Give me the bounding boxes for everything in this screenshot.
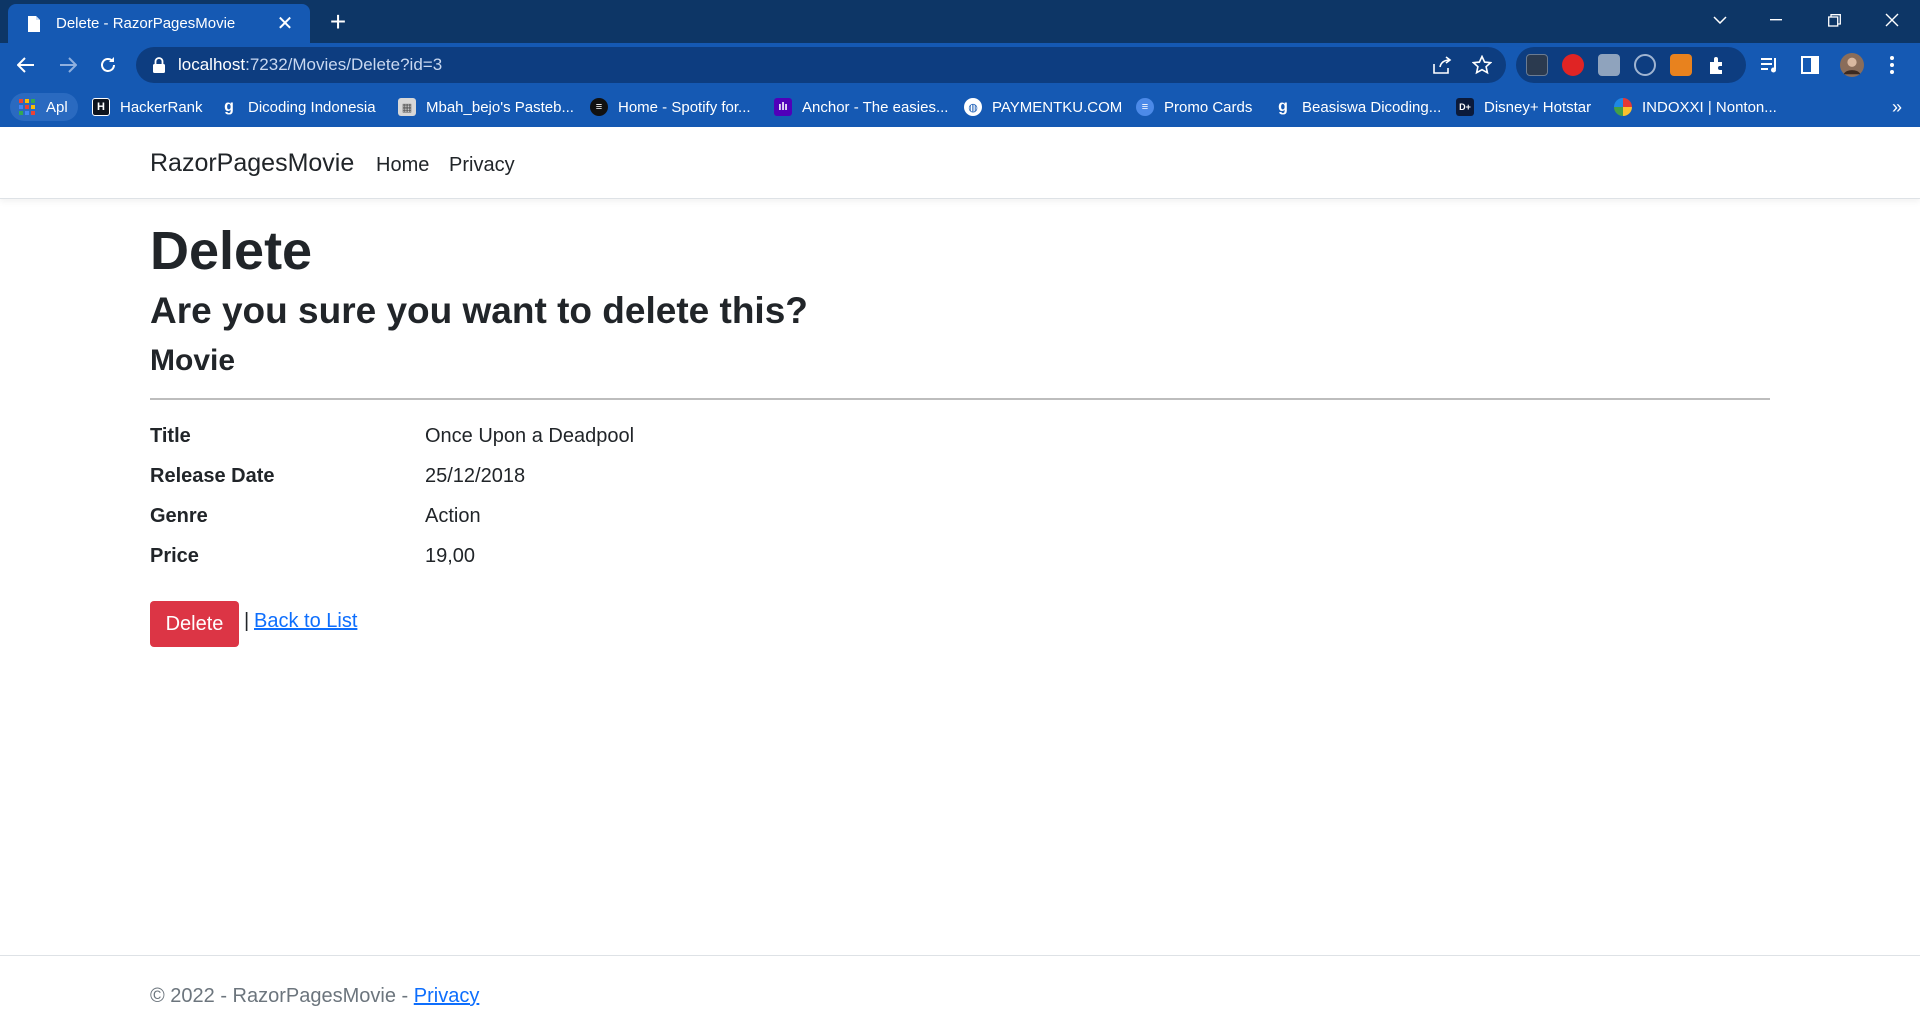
url-text[interactable]: localhost:7232/Movies/Delete?id=3 bbox=[178, 47, 442, 83]
bookmark-promo-cards[interactable]: ≡ Promo Cards bbox=[1136, 93, 1252, 121]
more-bookmarks-icon[interactable]: » bbox=[1892, 93, 1902, 121]
detail-value: Action bbox=[425, 505, 481, 527]
entity-heading: Movie bbox=[150, 344, 236, 377]
detail-row-title: Title Once Upon a Deadpool bbox=[150, 425, 1350, 457]
extension-copy-icon[interactable] bbox=[1598, 54, 1620, 76]
copyright-text: © 2022 - RazorPagesMovie - bbox=[150, 985, 414, 1007]
detail-row-release-date: Release Date 25/12/2018 bbox=[150, 465, 1350, 497]
detail-value: 19,00 bbox=[425, 545, 476, 567]
extension-1-icon[interactable] bbox=[1526, 54, 1548, 76]
profile-avatar-icon[interactable] bbox=[1840, 53, 1864, 77]
bookmark-hotstar[interactable]: D+ Disney+ Hotstar bbox=[1456, 93, 1591, 121]
address-bar[interactable]: localhost:7232/Movies/Delete?id=3 bbox=[136, 47, 1506, 83]
bookmarks-bar: Apl H HackerRank g Dicoding Indonesia ▦ … bbox=[0, 87, 1920, 127]
bookmark-dicoding[interactable]: g Dicoding Indonesia bbox=[220, 93, 375, 121]
hackerrank-icon: H bbox=[92, 98, 110, 116]
confirm-question: Are you sure you want to delete this? bbox=[150, 290, 808, 331]
detail-row-price: Price 19,00 bbox=[150, 545, 1350, 577]
dicoding-icon: g bbox=[1278, 98, 1288, 115]
extensions-group bbox=[1516, 47, 1746, 83]
close-tab-icon[interactable]: ✕ bbox=[274, 13, 296, 35]
side-panel-icon[interactable] bbox=[1798, 53, 1822, 77]
bookmark-star-icon[interactable] bbox=[1470, 53, 1494, 77]
page-favicon-icon bbox=[24, 14, 44, 34]
close-window-icon[interactable] bbox=[1866, 0, 1918, 40]
bookmark-pastebin[interactable]: ▦ Mbah_bejo's Pasteb... bbox=[398, 93, 574, 121]
detail-label: Price bbox=[150, 545, 199, 567]
bookmark-spotify[interactable]: ≡ Home - Spotify for... bbox=[590, 93, 751, 121]
nav-link-home[interactable]: Home bbox=[376, 154, 429, 177]
tab-strip: Delete - RazorPagesMovie ✕ + bbox=[0, 0, 1920, 43]
detail-label: Title bbox=[150, 425, 191, 447]
detail-row-genre: Genre Action bbox=[150, 505, 1350, 537]
delete-button[interactable]: Delete bbox=[150, 601, 239, 647]
bookmark-hackerrank[interactable]: H HackerRank bbox=[92, 93, 203, 121]
nav-link-privacy[interactable]: Privacy bbox=[449, 154, 515, 177]
browser-toolbar: localhost:7232/Movies/Delete?id=3 bbox=[0, 43, 1920, 87]
footer-privacy-link[interactable]: Privacy bbox=[414, 985, 480, 1007]
metamask-icon[interactable] bbox=[1670, 54, 1692, 76]
adblock-icon[interactable] bbox=[1562, 54, 1584, 76]
hotstar-icon: D+ bbox=[1456, 98, 1474, 116]
separator: | bbox=[244, 610, 250, 632]
back-to-list-link[interactable]: Back to List bbox=[254, 610, 357, 633]
footer-text: © 2022 - RazorPagesMovie - Privacy bbox=[150, 985, 479, 1008]
site-navbar: RazorPagesMovie Home Privacy bbox=[0, 127, 1920, 199]
bookmark-indoxxi[interactable]: INDOXXI | Nonton... bbox=[1614, 93, 1777, 121]
anchor-icon: ılı bbox=[774, 98, 792, 116]
detail-value: Once Upon a Deadpool bbox=[425, 425, 635, 447]
browser-tab[interactable]: Delete - RazorPagesMovie ✕ bbox=[8, 4, 310, 43]
pastebin-icon: ▦ bbox=[398, 98, 416, 116]
minimize-icon[interactable] bbox=[1750, 0, 1802, 40]
media-control-icon[interactable] bbox=[1758, 53, 1782, 77]
share-icon[interactable] bbox=[1430, 53, 1454, 77]
back-arrow-icon[interactable] bbox=[10, 49, 42, 81]
spotify-icon: ≡ bbox=[590, 98, 608, 116]
bookmark-paymentku[interactable]: ◍ PAYMENTKU.COM bbox=[964, 93, 1122, 121]
bookmark-beasiswa[interactable]: g Beasiswa Dicoding... bbox=[1274, 93, 1441, 121]
extension-translate-icon[interactable] bbox=[1634, 54, 1656, 76]
site-footer: © 2022 - RazorPagesMovie - Privacy bbox=[0, 955, 1920, 1028]
tab-title: Delete - RazorPagesMovie bbox=[56, 15, 236, 32]
bookmark-anchor[interactable]: ılı Anchor - The easies... bbox=[774, 93, 948, 121]
restore-icon[interactable] bbox=[1808, 0, 1860, 40]
forward-arrow-icon[interactable] bbox=[52, 49, 84, 81]
browser-menu-icon[interactable] bbox=[1880, 53, 1904, 77]
bookmark-apps[interactable]: Apl bbox=[10, 93, 78, 121]
globe-icon: ◍ bbox=[964, 98, 982, 116]
apps-grid-icon bbox=[18, 98, 36, 116]
promo-icon: ≡ bbox=[1136, 98, 1154, 116]
tab-search-icon[interactable] bbox=[1694, 0, 1746, 40]
page-title: Delete bbox=[150, 221, 313, 281]
indoxxi-icon bbox=[1614, 98, 1632, 116]
navbar-brand[interactable]: RazorPagesMovie bbox=[150, 149, 354, 178]
detail-label: Genre bbox=[150, 505, 208, 527]
lock-icon[interactable] bbox=[152, 56, 170, 74]
divider bbox=[150, 398, 1770, 400]
new-tab-icon[interactable]: + bbox=[322, 6, 354, 38]
reload-icon[interactable] bbox=[92, 49, 124, 81]
detail-label: Release Date bbox=[150, 465, 275, 487]
extensions-puzzle-icon[interactable] bbox=[1706, 54, 1728, 76]
detail-value: 25/12/2018 bbox=[425, 465, 526, 487]
dicoding-icon: g bbox=[224, 98, 234, 115]
